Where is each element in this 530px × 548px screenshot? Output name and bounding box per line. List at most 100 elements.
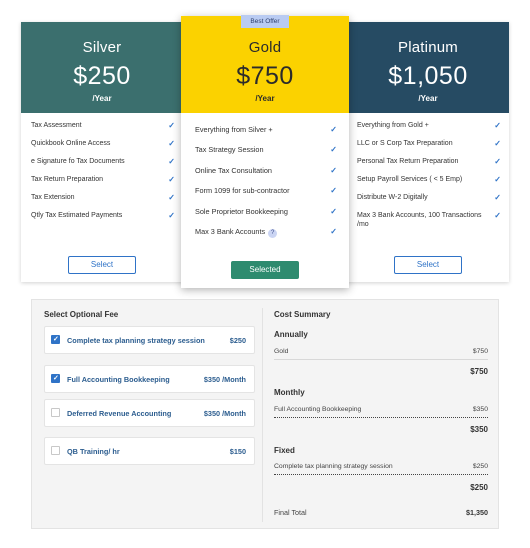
optional-fee-item[interactable]: Full Accounting Bookkeeping $350 /Month bbox=[44, 365, 255, 393]
fixed-heading: Fixed bbox=[274, 446, 295, 455]
fees-and-summary-panel: Select Optional Fee Cost Summary Complet… bbox=[31, 299, 499, 529]
feature-item: Distribute W-2 Digitally ✓ bbox=[357, 193, 501, 202]
check-icon: ✓ bbox=[494, 121, 501, 130]
fixed-subtotal: $250 bbox=[470, 483, 488, 492]
feature-label: LLC or S Corp Tax Preparation bbox=[357, 140, 453, 147]
panel-divider bbox=[262, 308, 263, 522]
feature-list: Everything from Gold + ✓ LLC or S Corp Ta… bbox=[347, 113, 509, 229]
fixed-row: Complete tax planning strategy session $… bbox=[274, 463, 488, 470]
checkbox-unchecked[interactable] bbox=[51, 446, 60, 455]
fee-price: $250 bbox=[229, 336, 246, 345]
annually-subtotal: $750 bbox=[470, 367, 488, 376]
optional-fee-item[interactable]: QB Training/ hr $150 bbox=[44, 437, 255, 465]
feature-text: Max 3 Bank Accounts bbox=[195, 226, 266, 236]
feature-label: Form 1099 for sub-contractor bbox=[195, 186, 290, 196]
feature-item: Sole Proprietor Bookkeeping ✓ bbox=[195, 207, 337, 216]
feature-item: Tax Assessment ✓ bbox=[31, 121, 175, 130]
feature-item: Tax Return Preparation ✓ bbox=[31, 175, 175, 184]
check-icon: ✓ bbox=[168, 157, 175, 166]
check-icon: ✓ bbox=[168, 211, 175, 220]
plan-header-silver: Silver $250 /Year bbox=[21, 22, 183, 113]
feature-label: Everything from Silver + bbox=[195, 125, 273, 134]
selected-gold-button[interactable]: Selected bbox=[231, 261, 299, 279]
feature-label: Tax Assessment bbox=[31, 122, 82, 129]
check-icon: ✓ bbox=[494, 175, 501, 184]
feature-item: Everything from Gold + ✓ bbox=[357, 121, 501, 130]
summary-divider bbox=[274, 474, 488, 475]
check-icon: ✓ bbox=[330, 145, 337, 155]
feature-item: Tax Extension ✓ bbox=[31, 193, 175, 202]
feature-label: Sole Proprietor Bookkeeping bbox=[195, 206, 288, 216]
plan-period: /Year bbox=[92, 94, 112, 103]
select-platinum-button[interactable]: Select bbox=[394, 256, 462, 274]
feature-item: Qtly Tax Estimated Payments ✓ bbox=[31, 211, 175, 220]
checkbox-checked[interactable] bbox=[51, 335, 60, 344]
check-icon: ✓ bbox=[330, 165, 337, 175]
check-icon: ✓ bbox=[494, 139, 501, 148]
best-offer-badge: Best Offer bbox=[241, 15, 289, 28]
check-icon: ✓ bbox=[330, 125, 337, 134]
optional-fee-item[interactable]: Complete tax planning strategy session $… bbox=[44, 326, 255, 354]
fee-price: $350 /Month bbox=[203, 409, 246, 418]
feature-item: Max 3 Bank Accounts, 100 Transactions /m… bbox=[357, 211, 501, 229]
select-silver-button[interactable]: Select bbox=[68, 256, 136, 274]
feature-label: Online Tax Consultation bbox=[195, 165, 272, 175]
feature-label: Max 3 Bank Accounts? bbox=[195, 226, 278, 238]
monthly-heading: Monthly bbox=[274, 388, 305, 397]
check-icon: ✓ bbox=[168, 175, 175, 184]
feature-label: Personal Tax Return Preparation bbox=[357, 158, 459, 165]
optional-fee-item[interactable]: Deferred Revenue Accounting $350 /Month bbox=[44, 399, 255, 427]
summary-divider bbox=[274, 359, 488, 360]
fee-label: Complete tax planning strategy session bbox=[67, 336, 205, 345]
checkbox-unchecked[interactable] bbox=[51, 408, 60, 417]
feature-list: Tax Assessment ✓ Quickbook Online Access ✓… bbox=[21, 113, 183, 220]
final-total-row: Final Total $1,350 bbox=[274, 508, 488, 517]
plan-header-platinum: Platinum $1,050 /Year bbox=[347, 22, 509, 113]
plan-card-silver[interactable]: Silver $250 /Year Tax Assessment ✓ Quickb… bbox=[21, 22, 183, 282]
feature-item: LLC or S Corp Tax Preparation ✓ bbox=[357, 139, 501, 148]
final-total-label: Final Total bbox=[274, 508, 307, 517]
summary-item-price: $750 bbox=[472, 348, 488, 355]
checkbox-checked[interactable] bbox=[51, 374, 60, 383]
feature-item: Setup Payroll Services ( < 5 Emp) ✓ bbox=[357, 175, 501, 184]
monthly-subtotal: $350 bbox=[470, 425, 488, 434]
optional-fee-title: Select Optional Fee bbox=[44, 310, 119, 319]
check-icon: ✓ bbox=[494, 211, 501, 220]
summary-item-price: $250 bbox=[472, 463, 488, 470]
feature-item: Online Tax Consultation ✓ bbox=[195, 166, 337, 175]
feature-label: Tax Extension bbox=[31, 194, 75, 201]
summary-item-label: Gold bbox=[274, 348, 289, 355]
fee-label: Full Accounting Bookkeeping bbox=[67, 375, 170, 384]
fee-label: Deferred Revenue Accounting bbox=[67, 409, 172, 418]
feature-item: e Signature fo Tax Documents ✓ bbox=[31, 157, 175, 166]
plan-price: $1,050 bbox=[388, 62, 468, 90]
plan-period: /Year bbox=[255, 94, 275, 103]
feature-label: Tax Strategy Session bbox=[195, 145, 264, 155]
fee-price: $350 /Month bbox=[203, 375, 246, 384]
feature-label: Everything from Gold + bbox=[357, 122, 429, 129]
plan-price: $250 bbox=[73, 62, 131, 90]
check-icon: ✓ bbox=[494, 157, 501, 166]
plan-header-gold: Best Offer Gold $750 /Year bbox=[181, 15, 349, 113]
check-icon: ✓ bbox=[168, 193, 175, 202]
feature-item: Quickbook Online Access ✓ bbox=[31, 139, 175, 148]
fee-label: QB Training/ hr bbox=[67, 447, 120, 456]
feature-label: Distribute W-2 Digitally bbox=[357, 194, 428, 201]
check-icon: ✓ bbox=[330, 186, 337, 196]
pricing-plans: Silver $250 /Year Tax Assessment ✓ Quickb… bbox=[21, 0, 509, 290]
cost-summary-title: Cost Summary bbox=[274, 310, 331, 319]
feature-label: e Signature fo Tax Documents bbox=[31, 158, 125, 165]
feature-item: Everything from Silver + ✓ bbox=[195, 125, 337, 134]
annually-row: Gold $750 bbox=[274, 348, 488, 355]
plan-name: Silver bbox=[82, 39, 122, 56]
check-icon: ✓ bbox=[330, 206, 337, 216]
plan-card-gold[interactable]: Best Offer Gold $750 /Year Everything fr… bbox=[181, 15, 349, 288]
summary-divider bbox=[274, 417, 488, 418]
feature-label: Max 3 Bank Accounts, 100 Transactions /m… bbox=[357, 212, 482, 228]
plan-card-platinum[interactable]: Platinum $1,050 /Year Everything from Go… bbox=[347, 22, 509, 282]
plan-name: Platinum bbox=[398, 39, 458, 56]
help-icon[interactable]: ? bbox=[268, 228, 278, 238]
feature-item: Form 1099 for sub-contractor ✓ bbox=[195, 186, 337, 195]
summary-item-label: Full Accounting Bookkeeping bbox=[274, 406, 362, 413]
feature-label: Qtly Tax Estimated Payments bbox=[31, 212, 123, 219]
